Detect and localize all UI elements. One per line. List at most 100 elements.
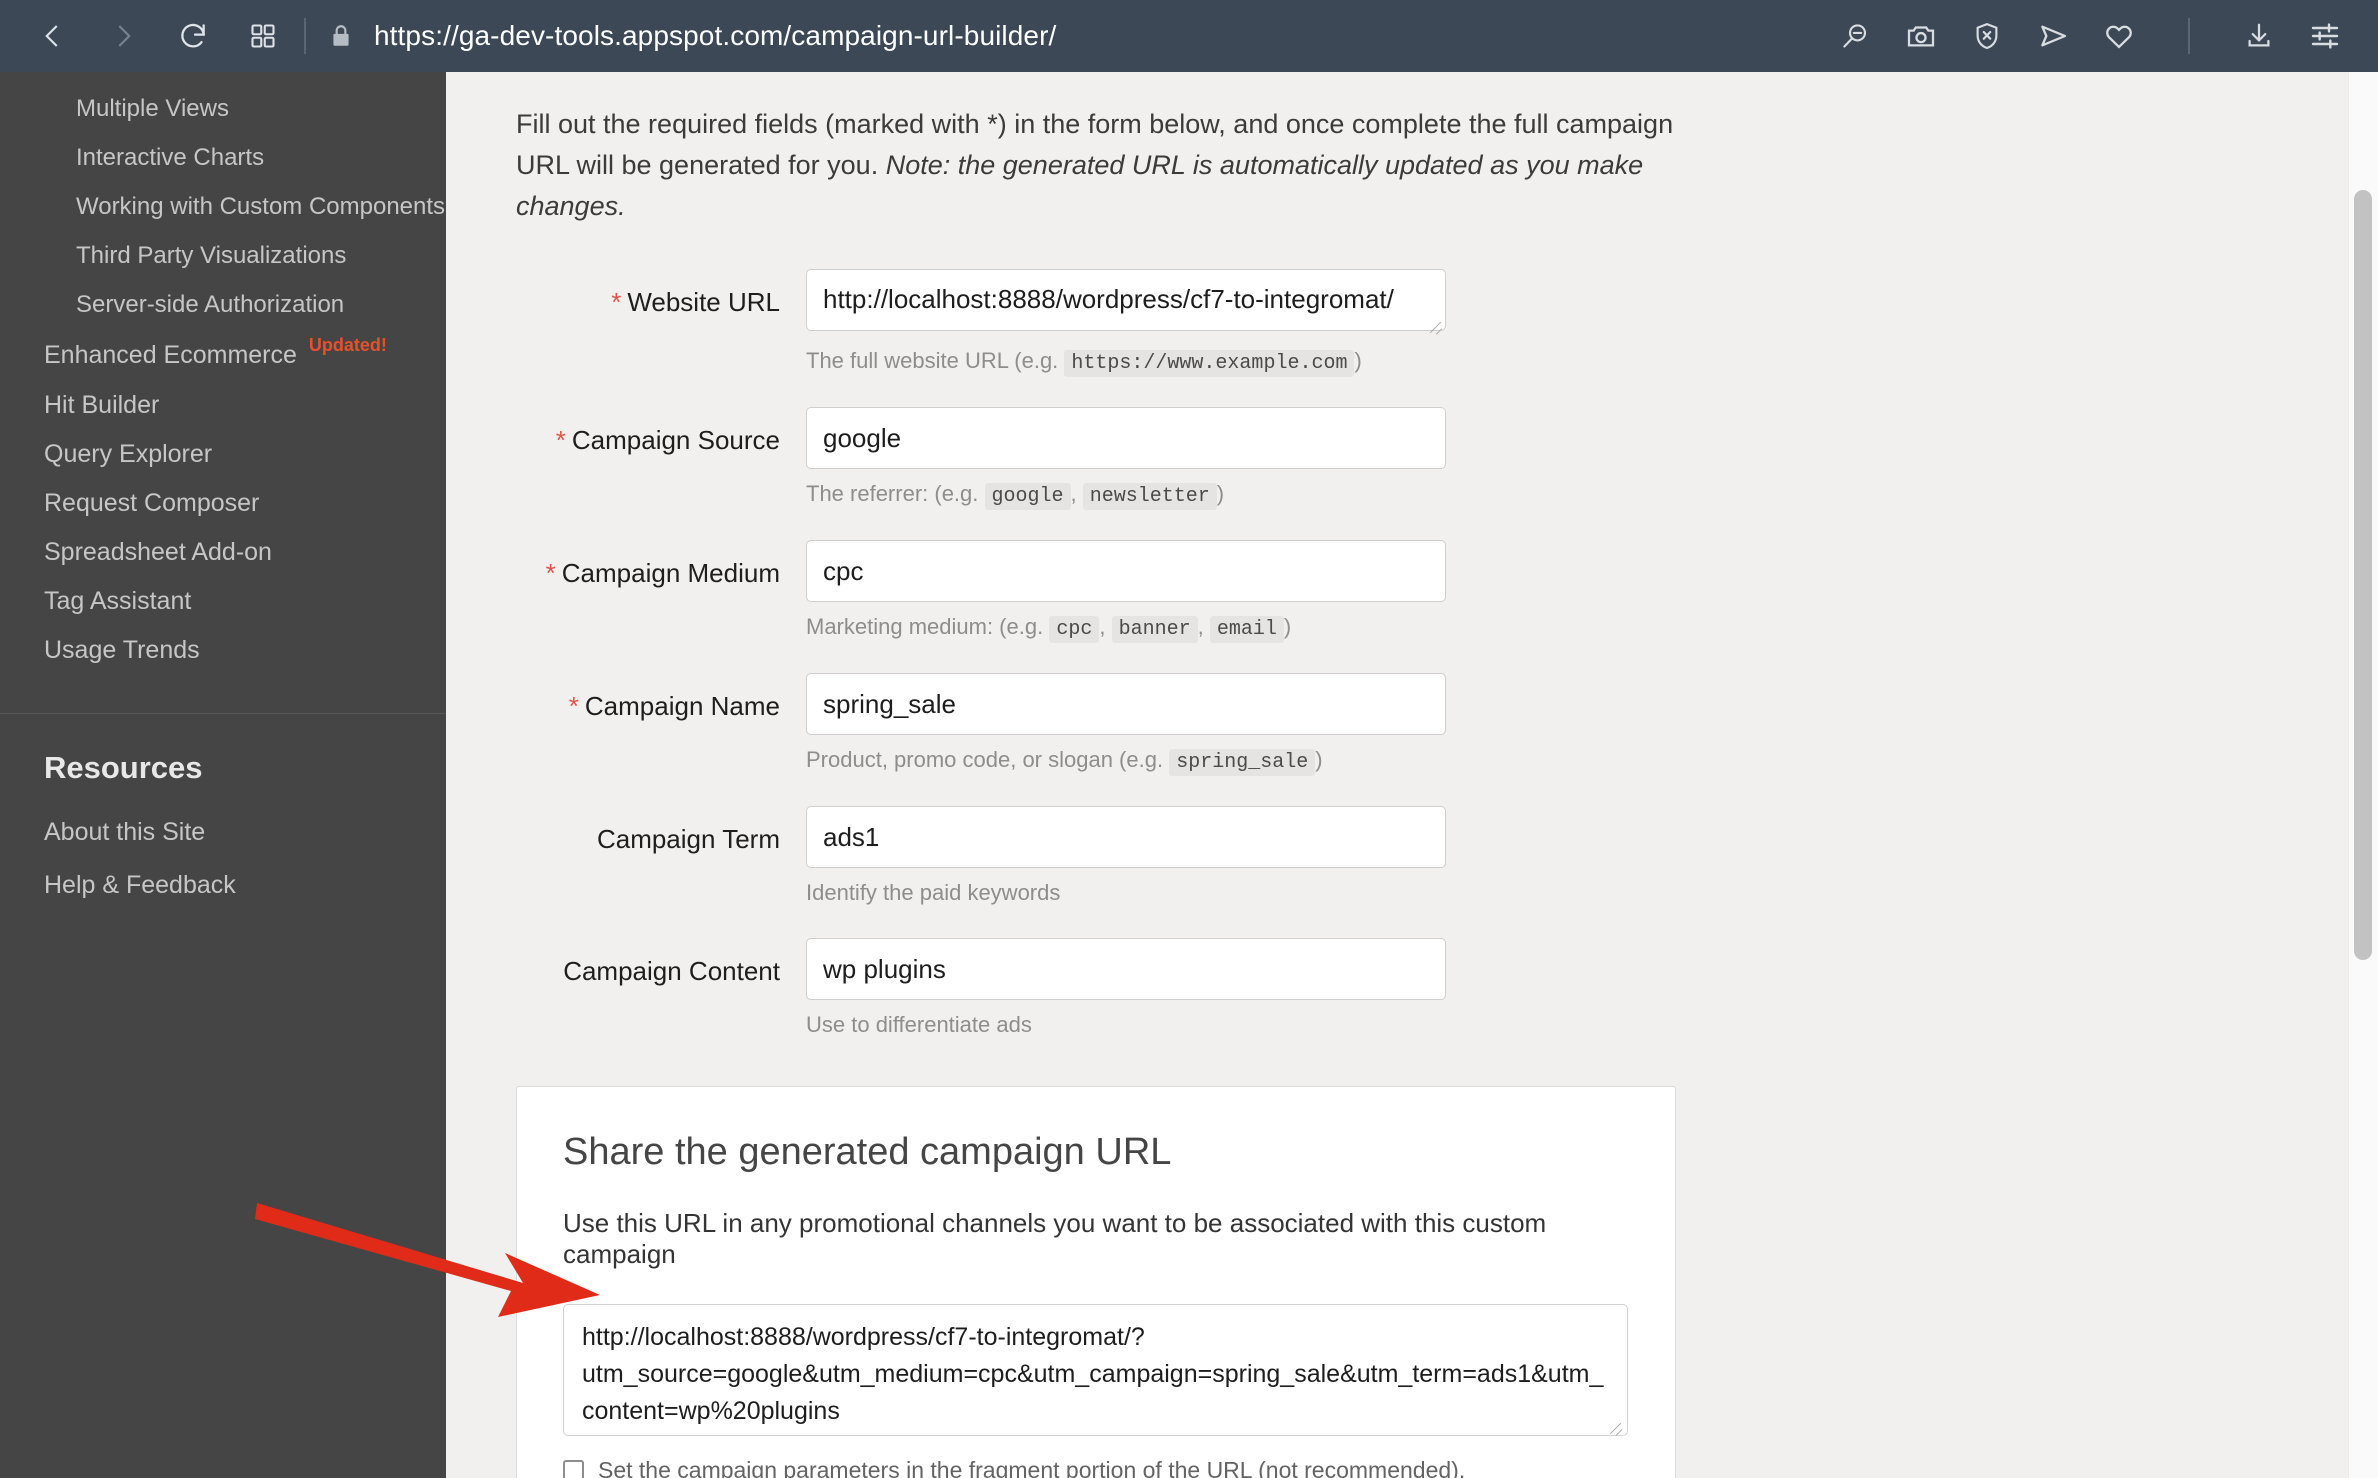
label-text: Campaign Medium xyxy=(561,558,780,589)
hint-comma: , xyxy=(1070,481,1083,507)
hint-code: spring_sale xyxy=(1169,749,1316,777)
sidebar-item-label: Working with Custom Components xyxy=(76,192,446,220)
hint-campaign-name: Product, promo code, or slogan (e.g. spr… xyxy=(806,747,1446,777)
sidebar-item-query-explorer[interactable]: Query Explorer xyxy=(0,430,446,479)
hint-suffix: ) xyxy=(1216,481,1225,507)
browser-nav-group xyxy=(34,17,282,55)
sidebar-item-interactive-charts[interactable]: Interactive Charts xyxy=(0,133,446,182)
sidebar-item-request-composer[interactable]: Request Composer xyxy=(0,479,446,528)
hint-code: banner xyxy=(1111,616,1198,644)
label-campaign-term: Campaign Term xyxy=(516,806,806,855)
sidebar-item-usage-trends[interactable]: Usage Trends xyxy=(0,626,446,675)
form-row-campaign-content: Campaign Content Use to differentiate ad… xyxy=(516,938,2216,1064)
sidebar-item-label: Tag Assistant xyxy=(44,587,192,615)
label-text: Campaign Source xyxy=(571,425,780,456)
intro-paragraph: Fill out the required fields (marked wit… xyxy=(516,72,1706,227)
label-website-url: * Website URL xyxy=(516,269,806,318)
share-card-blurb: Use this URL in any promotional channels… xyxy=(563,1208,1547,1270)
fragment-checkbox-row[interactable]: Set the campaign parameters in the fragm… xyxy=(563,1457,1629,1478)
hint-campaign-source: The referrer: (e.g. google, newsletter) xyxy=(806,481,1446,511)
sidebar-item-label: Server-side Authorization xyxy=(76,290,345,318)
updated-badge: Updated! xyxy=(308,335,387,355)
form-row-campaign-term: Campaign Term Identify the paid keywords xyxy=(516,806,2216,932)
sidebar-heading-resources: Resources xyxy=(44,750,203,785)
send-icon[interactable] xyxy=(2034,17,2072,55)
url-text: https://ga-dev-tools.appspot.com/campaig… xyxy=(374,20,1057,51)
hint-suffix: ) xyxy=(1315,747,1323,773)
campaign-source-input[interactable] xyxy=(806,407,1446,470)
zoom-out-icon[interactable] xyxy=(1836,17,1874,55)
hint-suffix: ) xyxy=(1283,614,1292,640)
shield-block-icon[interactable] xyxy=(1968,17,2006,55)
label-text: Campaign Term xyxy=(596,824,780,855)
campaign-form: *Website URL The full website URL (e.g. … xyxy=(516,269,2216,1064)
form-row-campaign-name: *Campaign Name Product, promo code, or s… xyxy=(516,673,2216,800)
generated-url-textarea[interactable] xyxy=(563,1304,1628,1437)
sidebar-item-label: Help & Feedback xyxy=(44,871,236,899)
campaign-content-input[interactable] xyxy=(806,938,1446,1001)
sidebar-item-hit-builder[interactable]: Hit Builder xyxy=(0,381,446,430)
lock-icon xyxy=(328,22,354,50)
label-campaign-content: Campaign Content xyxy=(516,938,806,987)
share-card-heading: Share the generated campaign URL xyxy=(563,1131,1172,1174)
label-campaign-source: * Campaign Source xyxy=(516,407,806,456)
sidebar-item-tag-assistant[interactable]: Tag Assistant xyxy=(0,577,446,626)
campaign-medium-input[interactable] xyxy=(806,540,1446,603)
sidebar-item-label: Multiple Views xyxy=(76,94,229,122)
hint-campaign-content: Use to differentiate ads xyxy=(806,1012,1032,1038)
sidebar-item-third-party-visualizations[interactable]: Third Party Visualizations xyxy=(0,231,446,280)
form-row-campaign-source: *Campaign Source The referrer: (e.g. goo… xyxy=(516,407,2216,534)
label-text: Website URL xyxy=(627,287,780,318)
download-icon[interactable] xyxy=(2240,17,2278,55)
sidebar-item-enhanced-ecommerce[interactable]: Enhanced Ecommerce Updated! xyxy=(0,329,446,381)
reload-icon[interactable] xyxy=(174,17,212,55)
form-row-campaign-medium: *Campaign Medium Marketing medium: (e.g.… xyxy=(516,540,2216,667)
label-text: Campaign Name xyxy=(584,691,780,722)
sidebar-item-help-feedback[interactable]: Help & Feedback xyxy=(0,861,446,910)
sidebar-item-label: Request Composer xyxy=(44,489,260,517)
camera-icon[interactable] xyxy=(1902,17,1940,55)
label-text: Campaign Content xyxy=(563,956,780,987)
required-asterisk: * xyxy=(555,425,566,456)
website-url-input[interactable] xyxy=(806,269,1446,332)
heart-icon[interactable] xyxy=(2100,17,2138,55)
hint-code: https://www.example.com xyxy=(1064,350,1355,378)
settings-sliders-icon[interactable] xyxy=(2306,17,2344,55)
hint-code: newsletter xyxy=(1082,483,1217,511)
address-bar[interactable]: https://ga-dev-tools.appspot.com/campaig… xyxy=(328,20,1836,52)
forward-chevron-icon[interactable] xyxy=(104,17,142,55)
page-content: Fill out the required fields (marked wit… xyxy=(446,72,2378,1478)
back-chevron-icon[interactable] xyxy=(34,17,72,55)
sidebar-item-label: Third Party Visualizations xyxy=(76,241,347,269)
label-campaign-medium: * Campaign Medium xyxy=(516,540,806,589)
sidebar-item-server-side-authorization[interactable]: Server-side Authorization xyxy=(0,280,446,329)
page-right-gutter xyxy=(2332,72,2348,1478)
hint-code: cpc xyxy=(1049,616,1100,644)
hint-campaign-medium: Marketing medium: (e.g. cpc, banner, ema… xyxy=(806,614,1446,644)
sidebar-item-label: Query Explorer xyxy=(44,440,213,468)
tab-grid-icon[interactable] xyxy=(244,17,282,55)
toolbar-divider-2 xyxy=(2188,18,2190,54)
sidebar-item-label: Usage Trends xyxy=(44,636,200,664)
required-asterisk: * xyxy=(568,691,579,722)
toolbar-divider xyxy=(304,18,306,54)
campaign-name-input[interactable] xyxy=(806,673,1446,736)
sidebar-item-spreadsheet-add-on[interactable]: Spreadsheet Add-on xyxy=(0,528,446,577)
hint-prefix: The referrer: (e.g. xyxy=(806,481,985,507)
page-scrollbar-track[interactable] xyxy=(2348,72,2378,1478)
hint-campaign-term: Identify the paid keywords xyxy=(806,880,1061,906)
sidebar-item-label: Enhanced Ecommerce xyxy=(44,340,297,369)
fragment-checkbox[interactable] xyxy=(563,1460,584,1478)
campaign-term-input[interactable] xyxy=(806,806,1446,869)
browser-toolbar: https://ga-dev-tools.appspot.com/campaig… xyxy=(0,0,2378,72)
page-scrollbar-thumb[interactable] xyxy=(2354,190,2372,960)
sidebar-item-label: Spreadsheet Add-on xyxy=(44,538,272,566)
form-row-website-url: *Website URL The full website URL (e.g. … xyxy=(516,269,2216,401)
sidebar-item-multiple-views[interactable]: Multiple Views xyxy=(0,84,446,133)
sidebar-item-working-with-custom-components[interactable]: Working with Custom Components xyxy=(0,182,446,231)
hint-prefix: Product, promo code, or slogan (e.g. xyxy=(806,747,1170,773)
sidebar-item-label: Hit Builder xyxy=(44,391,160,419)
required-asterisk: * xyxy=(611,287,622,318)
hint-website-url: The full website URL (e.g. https://www.e… xyxy=(806,348,1446,378)
sidebar-item-about-this-site[interactable]: About this Site xyxy=(0,808,446,857)
